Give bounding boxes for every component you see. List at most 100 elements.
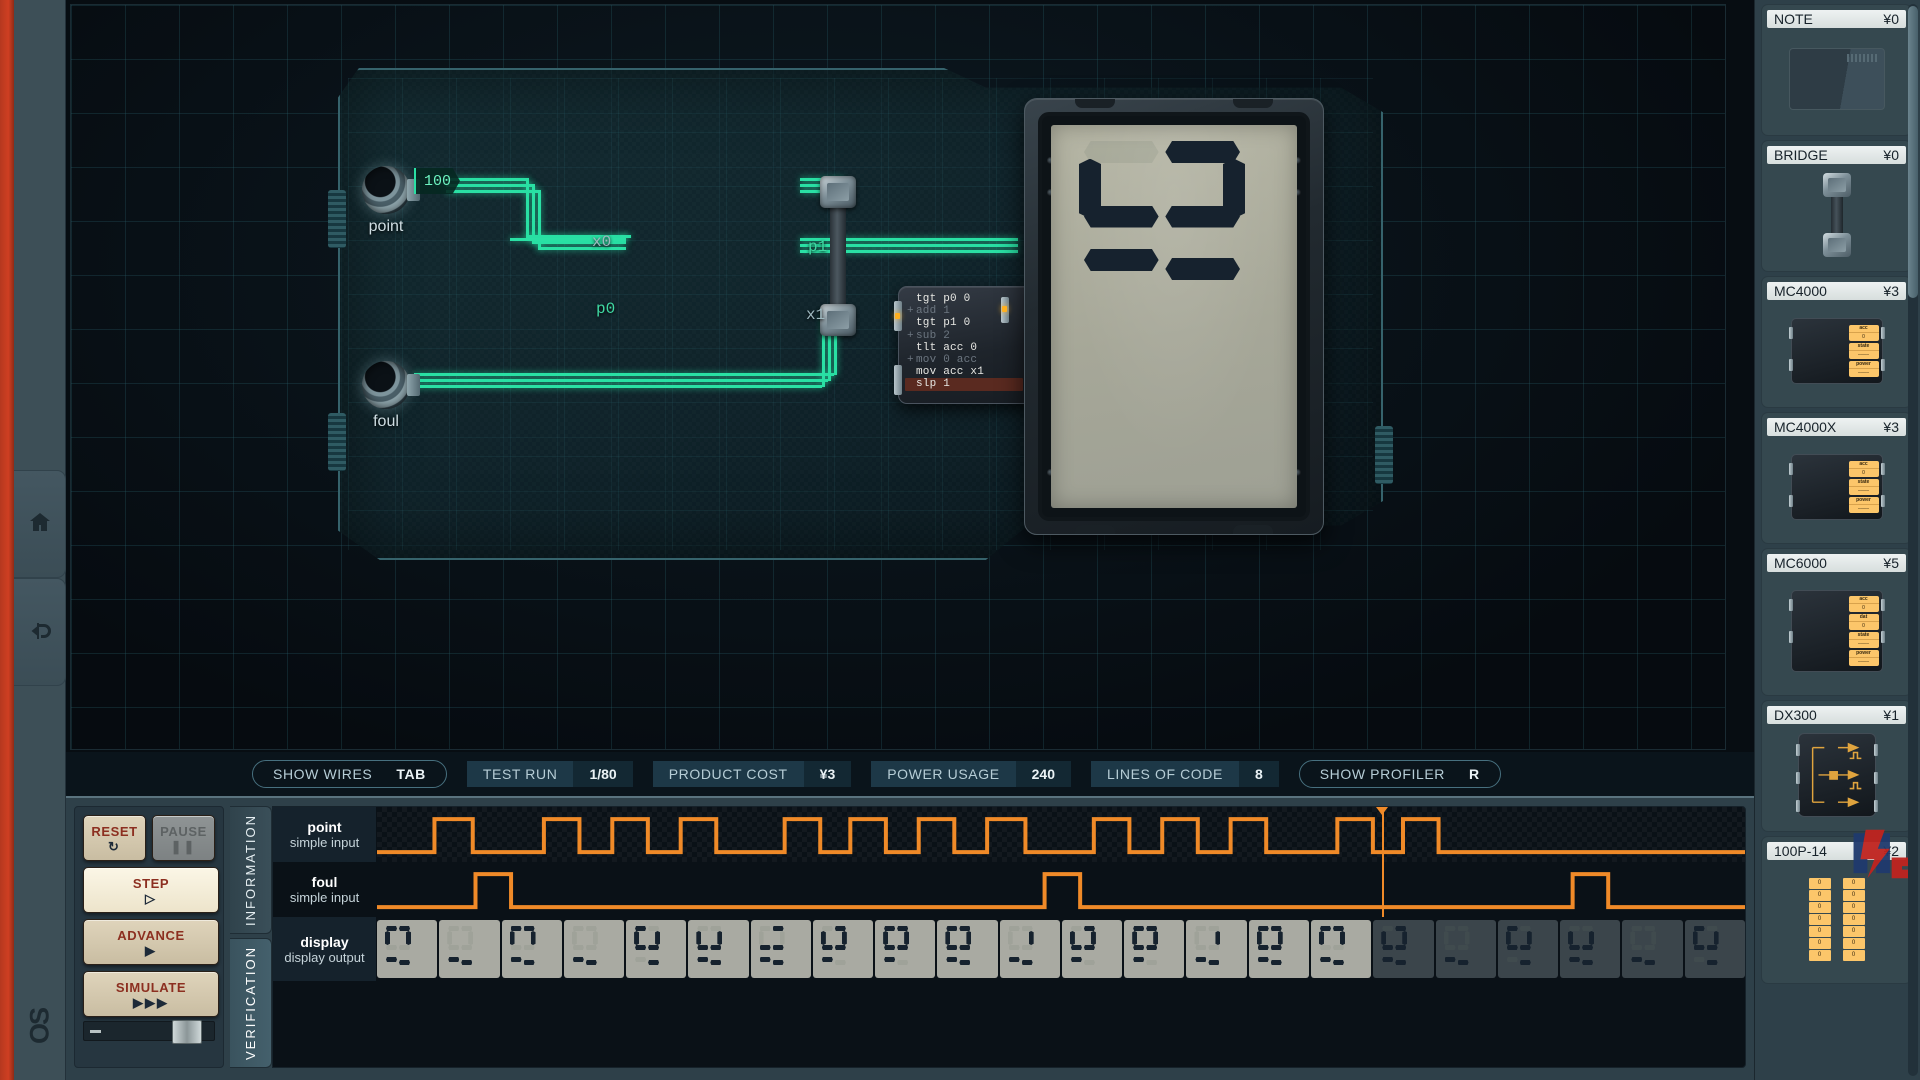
- input-jack-foul[interactable]: foul: [362, 361, 410, 409]
- undo-button[interactable]: [14, 578, 66, 686]
- code-line-3[interactable]: +sub 2: [907, 330, 1023, 342]
- segment-c: [760, 957, 771, 962]
- step-button[interactable]: STEP ▷: [83, 867, 219, 913]
- reset-button[interactable]: RESET ↻: [83, 815, 146, 861]
- scrollbar-thumb[interactable]: [1908, 6, 1918, 298]
- part-card-mc6000[interactable]: MC6000¥5acc0dat0state‒‒‒‒power‒‒‒‒: [1761, 548, 1912, 696]
- segment-f: [1165, 141, 1240, 163]
- row-name: point: [307, 819, 341, 835]
- bridge-component[interactable]: [820, 176, 856, 336]
- segment-e: [1569, 926, 1580, 931]
- reset-icon: ↻: [108, 841, 121, 852]
- segment-a: [1714, 931, 1719, 945]
- chip-pin-p0[interactable]: [894, 365, 902, 395]
- part-name: MC4000X: [1774, 419, 1836, 435]
- chip-pin-x0[interactable]: [894, 301, 902, 331]
- home-button[interactable]: [14, 470, 66, 578]
- mini-register-acc: acc0: [1849, 596, 1879, 612]
- part-card-note[interactable]: NOTE¥0: [1761, 4, 1912, 136]
- playhead-marker[interactable]: [1376, 807, 1388, 815]
- segment-b: [897, 960, 908, 965]
- bridge-cap: [1823, 233, 1851, 257]
- row-type: simple input: [290, 835, 359, 850]
- part-pin: [1789, 599, 1793, 611]
- advance-button[interactable]: ADVANCE ▶: [83, 919, 219, 965]
- sidebar-scrollbar[interactable]: [1908, 4, 1918, 1076]
- p14-cell: 0: [1809, 878, 1831, 889]
- segment-b: [1458, 960, 1469, 965]
- display-output-strip: [377, 917, 1745, 981]
- display-digit-cell: [1373, 920, 1433, 978]
- show-wires-toggle[interactable]: SHOW WIRES TAB: [252, 760, 447, 788]
- part-pin: [1789, 463, 1793, 475]
- segment-g2: [710, 945, 721, 950]
- display-digit-cell: [377, 920, 437, 978]
- digit-seven-segment: [1568, 926, 1594, 968]
- segment-e: [1009, 926, 1020, 931]
- segment-f: [1271, 926, 1282, 931]
- segment-e: [946, 926, 957, 931]
- mini-register-acc: acc0: [1849, 461, 1879, 477]
- part-price: ¥0: [1883, 147, 1899, 163]
- mini-registers: acc0state‒‒‒‒power‒‒‒‒: [1849, 461, 1879, 513]
- segment-g2: [1582, 945, 1593, 950]
- lcd-screen: [1051, 125, 1297, 508]
- simulate-button[interactable]: SIMULATE ▶▶▶: [83, 971, 219, 1017]
- mini-register-state: state‒‒‒‒: [1849, 343, 1879, 359]
- segment-f: [1084, 926, 1095, 931]
- segment-e: [1445, 926, 1456, 931]
- part-card-bridge[interactable]: BRIDGE¥0: [1761, 140, 1912, 272]
- segment-f: [835, 926, 846, 931]
- segment-d: [821, 931, 826, 945]
- part-header: MC4000¥3: [1767, 282, 1906, 300]
- part-card-dx300[interactable]: DX300¥1: [1761, 700, 1912, 832]
- mini-register-value: ‒‒‒‒: [1849, 369, 1879, 377]
- board-tab-left-1: [328, 190, 346, 248]
- segment-c: [1445, 957, 1456, 962]
- p14-cell: 0: [1843, 938, 1865, 949]
- tab-verification-label: VERIFICATION: [243, 946, 258, 1060]
- code-line-5[interactable]: +mov 0 acc: [907, 354, 1023, 366]
- part-pin: [1789, 327, 1793, 339]
- part-name: 100P-14: [1774, 843, 1827, 859]
- lcd-pin[interactable]: [1001, 297, 1009, 323]
- display-module[interactable]: [1024, 98, 1324, 535]
- display-digit-cell: [751, 920, 811, 978]
- tab-information[interactable]: INFORMATION: [230, 806, 272, 934]
- part-card-mc4000x[interactable]: MC4000X¥3acc0state‒‒‒‒power‒‒‒‒: [1761, 412, 1912, 544]
- input-jack-point[interactable]: point: [362, 166, 410, 214]
- segment-g1: [760, 945, 771, 950]
- code-line-7[interactable]: slp 1: [905, 378, 1023, 390]
- speed-slider[interactable]: [83, 1021, 215, 1041]
- digit-seven-segment: [821, 926, 847, 968]
- pause-button[interactable]: PAUSE ❚❚: [152, 815, 215, 861]
- display-digit-cell: [813, 920, 873, 978]
- mini-register-value: 0: [1849, 622, 1879, 630]
- segment-g2: [648, 945, 659, 950]
- p14-cell: 0: [1843, 902, 1865, 913]
- circuit-canvas[interactable]: point 100 foul x0 p0 p1 x1 tgt p0 0+add …: [66, 0, 1754, 782]
- tab-verification[interactable]: VERIFICATION: [230, 938, 272, 1068]
- show-profiler-label: SHOW PROFILER: [1304, 766, 1457, 782]
- show-profiler-toggle[interactable]: SHOW PROFILER R: [1299, 760, 1501, 788]
- segment-a: [1651, 931, 1656, 945]
- slider-knob[interactable]: [172, 1020, 202, 1044]
- timeline-row-display: display display output: [273, 917, 1745, 981]
- part-card-100p-14[interactable]: 100P-14¥200000000000000: [1761, 836, 1912, 984]
- input-jack-foul-label: foul: [373, 413, 399, 431]
- code-line-4[interactable]: tlt acc 0: [907, 342, 1023, 354]
- code-line-6[interactable]: mov acc x1: [907, 366, 1023, 378]
- segment-c: [1071, 957, 1082, 962]
- lcd-notch-tr: [1233, 99, 1273, 108]
- segment-e: [822, 926, 833, 931]
- pin-led: [1002, 306, 1007, 312]
- part-card-mc4000[interactable]: MC4000¥3acc0state‒‒‒‒power‒‒‒‒: [1761, 276, 1912, 408]
- board-tab-left-2: [328, 413, 346, 471]
- bridge-preview: [1823, 173, 1851, 257]
- verification-timeline[interactable]: point simple input foul simple input dis…: [272, 806, 1746, 1068]
- power-usage-label: POWER USAGE: [871, 761, 1015, 787]
- product-cost-label: PRODUCT COST: [653, 761, 804, 787]
- segment-d: [510, 931, 515, 945]
- parts-sidebar[interactable]: NOTE¥0BRIDGE¥0MC4000¥3acc0state‒‒‒‒power…: [1754, 0, 1920, 1080]
- circuit-board: point 100 foul x0 p0 p1 x1 tgt p0 0+add …: [338, 68, 1383, 560]
